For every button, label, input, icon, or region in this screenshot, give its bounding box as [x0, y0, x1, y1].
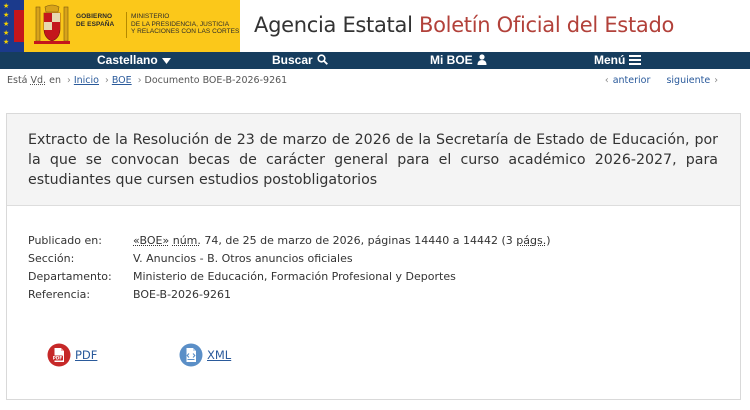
eu-flag-strip: ★ ★ ★ ★ ★ [0, 0, 24, 52]
site-header: ★ ★ ★ ★ ★ GOBIERNO DE ESPAÑA MINISTERIO … [0, 0, 750, 52]
published-label: Publicado en: [28, 234, 102, 247]
user-icon [477, 54, 487, 65]
xml-download[interactable]: XML [179, 342, 231, 366]
xml-file-icon [179, 343, 203, 366]
breadcrumb-boe-link[interactable]: BOE [112, 75, 132, 86]
breadcrumb: Está Vd. en › Inicio › BOE › Documento BOE-… [7, 75, 288, 86]
document-panel: Extracto de la Resolución de 23 de marzo… [6, 113, 741, 400]
pdf-download[interactable]: PDF PDF [47, 342, 97, 366]
chevron-left-icon: ‹ [604, 75, 609, 86]
caret-down-icon [161, 58, 171, 64]
language-selector[interactable]: Castellano [97, 52, 171, 69]
department-value: Ministerio de Educación, Formación Profe… [133, 270, 456, 283]
pdf-file-icon: PDF [47, 343, 71, 366]
main-navbar: Castellano Buscar Mi BOE Menú [0, 52, 750, 69]
government-logo-block[interactable]: ★ ★ ★ ★ ★ GOBIERNO DE ESPAÑA MINISTERIO … [0, 0, 240, 52]
government-label: GOBIERNO DE ESPAÑA [76, 13, 115, 28]
section-label: Sección: [28, 252, 75, 265]
menu-button[interactable]: Menú [594, 52, 642, 69]
coat-of-arms-icon [34, 4, 70, 44]
next-link[interactable]: siguiente [666, 75, 710, 86]
ministry-label: MINISTERIO DE LA PRESIDENCIA, JUSTICIA Y… [131, 13, 240, 35]
pdf-link[interactable]: PDF [75, 348, 97, 362]
xml-link[interactable]: XML [207, 348, 231, 362]
chevron-right-icon: › [714, 75, 718, 86]
site-title[interactable]: Agencia Estatal Boletín Oficial del Esta… [254, 13, 674, 37]
previous-link[interactable]: anterior [613, 75, 651, 86]
document-pager: ‹ anterior siguiente › [601, 75, 722, 86]
breadcrumb-current: Documento BOE-B-2026-9261 [144, 75, 288, 86]
search-button[interactable]: Buscar [272, 52, 328, 69]
svg-text:PDF: PDF [53, 355, 63, 360]
department-label: Departamento: [28, 270, 112, 283]
document-title: Extracto de la Resolución de 23 de marzo… [28, 132, 718, 188]
reference-value: BOE-B-2026-9261 [133, 288, 232, 301]
document-title-box: Extracto de la Resolución de 23 de marzo… [7, 114, 740, 206]
section-value: V. Anuncios - B. Otros anuncios oficiale… [133, 252, 353, 265]
published-value: «BOE» núm. 74, de 25 de marzo de 2026, p… [133, 234, 551, 247]
hamburger-icon [629, 55, 642, 65]
reference-label: Referencia: [28, 288, 91, 301]
magnifier-icon [317, 54, 328, 65]
breadcrumb-home-link[interactable]: Inicio [74, 75, 99, 86]
my-boe-button[interactable]: Mi BOE [430, 52, 487, 69]
